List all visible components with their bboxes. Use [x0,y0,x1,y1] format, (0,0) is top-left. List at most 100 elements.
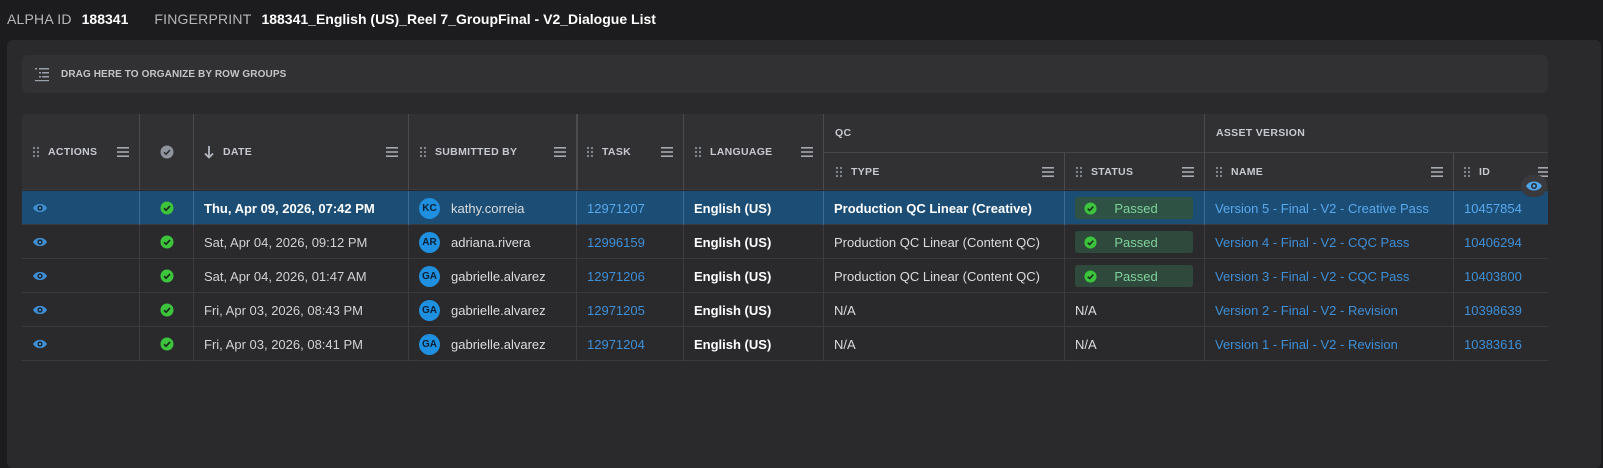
row-check-cell [140,293,193,327]
row-group-hint: DRAG HERE TO ORGANIZE BY ROW GROUPS [61,68,287,80]
version-id-link[interactable]: 10398639 [1464,293,1522,327]
col-task-label: TASK [602,146,632,158]
column-menu-icon[interactable] [117,147,129,157]
drag-handle-icon[interactable] [1463,166,1471,178]
row-check-cell [140,225,193,259]
table-row[interactable]: Fri, Apr 03, 2026, 08:43 PM GA gabrielle… [22,293,1548,327]
check-circle-icon [160,269,173,283]
eye-icon[interactable] [32,304,48,316]
check-circle-icon [160,145,173,159]
col-type-label: TYPE [851,165,880,178]
col-header-actions[interactable]: ACTIONS [22,114,139,190]
column-menu-icon[interactable] [1431,166,1443,177]
user-name: kathy.correia [451,200,525,216]
version-name-link[interactable]: Version 2 - Final - V2 - Revision [1215,293,1398,327]
col-status-label: STATUS [1091,165,1134,178]
date-cell: Fri, Apr 03, 2026, 08:41 PM [204,336,363,352]
drag-handle-icon[interactable] [694,146,702,158]
drag-handle-icon[interactable] [419,146,427,158]
eye-icon[interactable] [1525,179,1543,193]
status-badge: Passed [1075,231,1193,253]
drag-handle-icon[interactable] [1075,166,1083,178]
column-menu-icon[interactable] [554,147,566,157]
table-row[interactable]: Sat, Apr 04, 2026, 09:12 PM AR adriana.r… [22,225,1548,259]
date-cell: Sat, Apr 04, 2026, 01:47 AM [204,268,367,284]
table-row[interactable]: Thu, Apr 09, 2026, 07:42 PM KC kathy.cor… [22,191,1548,225]
row-group-drop-zone[interactable]: DRAG HERE TO ORGANIZE BY ROW GROUPS [22,55,1548,93]
col-header-check[interactable] [140,114,193,190]
drag-handle-icon[interactable] [32,146,40,158]
version-name-link[interactable]: Version 3 - Final - V2 - CQC Pass [1215,259,1409,293]
version-name-link[interactable]: Version 1 - Final - V2 - Revision [1215,327,1398,361]
row-check-cell [140,191,193,225]
table-row[interactable]: Sat, Apr 04, 2026, 01:47 AM GA gabrielle… [22,259,1548,293]
col-group-qc: QC [824,114,1204,152]
version-id-link[interactable]: 10383616 [1464,327,1522,361]
col-group-asset-label: ASSET VERSION [1216,127,1306,139]
task-link[interactable]: 12971205 [587,293,645,327]
col-header-status[interactable]: STATUS [1065,153,1204,190]
eye-icon[interactable] [32,270,48,282]
column-menu-icon[interactable] [661,147,673,157]
qc-type-cell: N/A [834,302,856,318]
drag-handle-icon[interactable] [586,146,594,158]
col-group-asset-version: ASSET VERSION [1205,114,1548,152]
col-header-date[interactable]: DATE [194,114,408,190]
qc-type-cell: Production QC Linear (Creative) [834,200,1032,216]
check-circle-icon [160,235,173,249]
col-header-submitted-by[interactable]: SUBMITTED BY [409,114,576,190]
row-action-cell[interactable] [32,191,72,225]
sort-descending-icon[interactable] [204,145,214,159]
status-badge-label: Passed [1114,234,1158,250]
status-text: N/A [1075,302,1097,318]
status-badge-label: Passed [1114,268,1158,284]
task-link[interactable]: 12996159 [587,225,645,259]
col-group-qc-label: QC [835,127,852,139]
version-id-link[interactable]: 10457854 [1464,191,1522,225]
qc-type-cell: N/A [834,336,856,352]
column-visibility-toggle[interactable] [1521,175,1547,197]
eye-icon[interactable] [32,236,48,248]
submitted-by-cell: GA gabrielle.alvarez [419,259,546,293]
eye-icon[interactable] [32,202,48,214]
row-action-cell[interactable] [32,225,72,259]
version-id-link[interactable]: 10403800 [1464,259,1522,293]
user-name: gabrielle.alvarez [451,302,546,318]
col-header-language[interactable]: LANGUAGE [684,114,823,190]
row-action-cell[interactable] [32,259,72,293]
version-name-link[interactable]: Version 4 - Final - V2 - CQC Pass [1215,225,1409,259]
user-name: gabrielle.alvarez [451,336,546,352]
top-info-bar: ALPHA ID 188341 FINGERPRINT 188341_Engli… [0,0,1603,38]
status-cell: N/A [1075,327,1097,361]
col-header-name[interactable]: NAME [1205,153,1453,190]
column-menu-icon[interactable] [386,147,398,157]
table-row[interactable]: Fri, Apr 03, 2026, 08:41 PM GA gabrielle… [22,327,1548,361]
version-id-link[interactable]: 10406294 [1464,225,1522,259]
submitted-by-cell: GA gabrielle.alvarez [419,327,546,361]
task-link[interactable]: 12971206 [587,259,645,293]
avatar: GA [419,265,440,287]
status-badge-label: Passed [1114,200,1158,216]
col-header-type[interactable]: TYPE [824,153,1064,190]
row-action-cell[interactable] [32,327,72,361]
drag-handle-icon[interactable] [1215,166,1223,178]
date-cell: Thu, Apr 09, 2026, 07:42 PM [204,200,375,216]
task-link[interactable]: 12971207 [587,191,645,225]
col-header-task[interactable]: TASK [578,114,683,190]
column-menu-icon[interactable] [801,147,813,157]
alpha-id-label: ALPHA ID [7,11,72,27]
drag-handle-icon[interactable] [835,166,843,178]
fingerprint-label: FINGERPRINT [154,11,252,27]
submitted-by-cell: GA gabrielle.alvarez [419,293,546,327]
language-cell: English (US) [694,336,772,352]
column-menu-icon[interactable] [1042,166,1054,177]
check-circle-icon [160,201,173,215]
user-name: adriana.rivera [451,234,531,250]
col-actions-label: ACTIONS [48,146,98,158]
row-action-cell[interactable] [32,293,72,327]
version-name-link[interactable]: Version 5 - Final - V2 - Creative Pass [1215,191,1429,225]
column-menu-icon[interactable] [1182,166,1194,177]
eye-icon[interactable] [32,338,48,350]
task-link[interactable]: 12971204 [587,327,645,361]
submitted-by-cell: KC kathy.correia [419,191,524,225]
